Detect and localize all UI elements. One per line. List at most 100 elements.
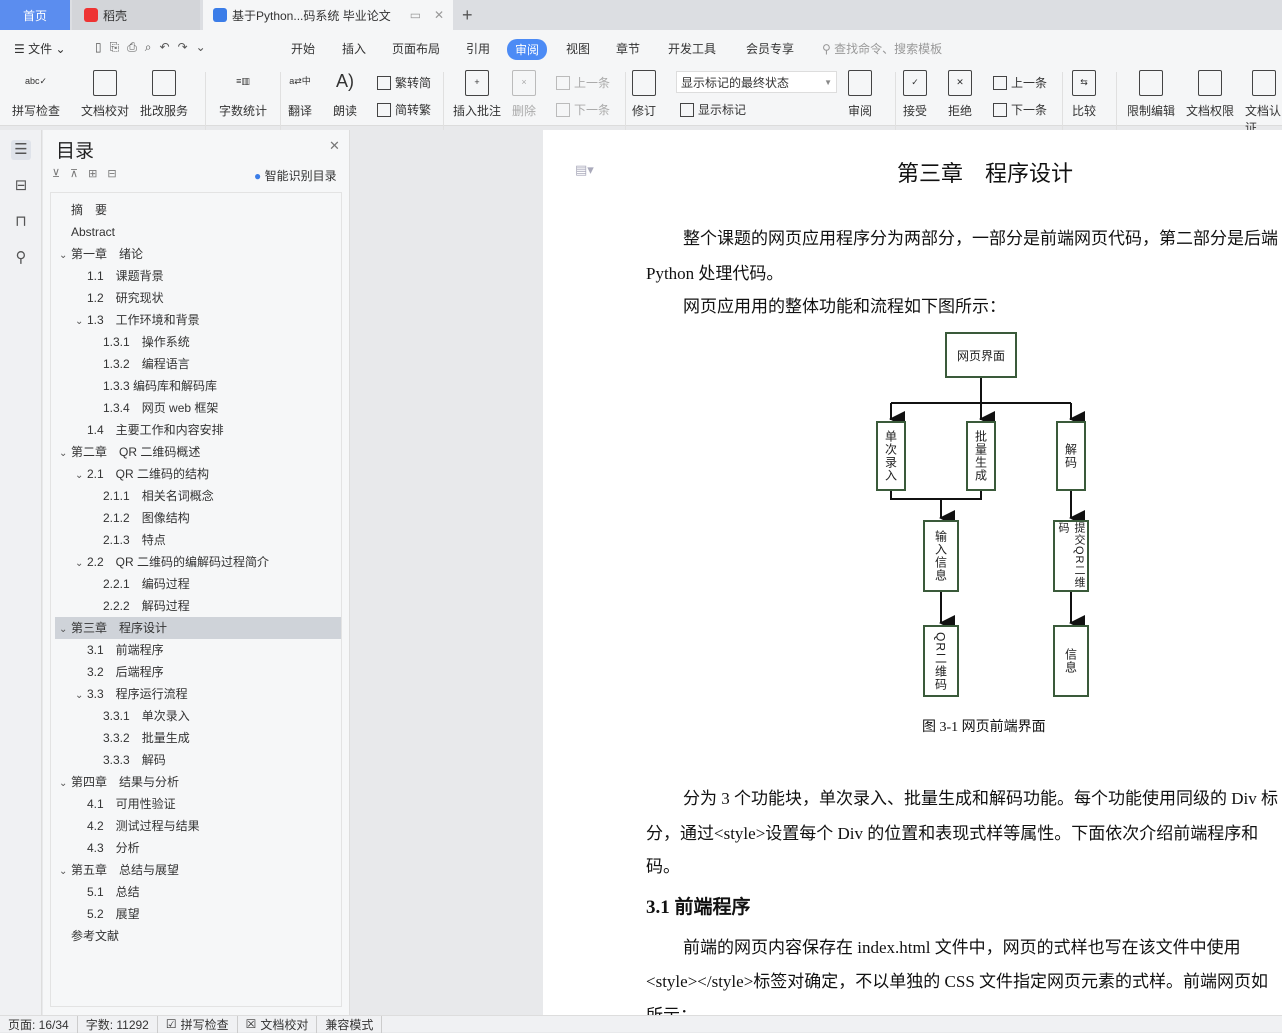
toc-item[interactable]: 1.3.3 编码库和解码库	[55, 375, 341, 397]
toc-item-label: 3.3.2 批量生成	[103, 731, 190, 745]
toc-item[interactable]: 2.1.1 相关名词概念	[55, 485, 341, 507]
chevron-down-icon[interactable]: ⌄	[59, 619, 71, 641]
markup-state-select[interactable]: 显示标记的最终状态 ▼	[676, 71, 837, 93]
word-count-button[interactable]: ≡▥ 字数统计	[219, 70, 267, 119]
next-comment-button[interactable]: 下一条	[556, 101, 610, 118]
word-count[interactable]: 字数: 11292	[78, 1015, 158, 1033]
menu-layout[interactable]: 页面布局	[392, 40, 440, 57]
revise-button[interactable]: 修订	[632, 70, 656, 119]
review-pane-button[interactable]: 审阅	[848, 70, 872, 119]
toc-item[interactable]: 2.1.3 特点	[55, 529, 341, 551]
toc-item[interactable]: 2.2.2 解码过程	[55, 595, 341, 617]
toc-item[interactable]: 3.1 前端程序	[55, 639, 341, 661]
window-icon[interactable]: ▭	[410, 8, 421, 22]
smart-toc-button[interactable]: ● 智能识别目录	[254, 167, 337, 184]
chevron-down-icon[interactable]: ⌄	[59, 773, 71, 795]
menu-view[interactable]: 视图	[566, 40, 590, 57]
toc-item[interactable]: ⌄ 第三章 程序设计	[55, 617, 341, 639]
chevron-down-icon[interactable]: ⌄	[59, 861, 71, 883]
status-bar: 页面: 16/34 字数: 11292 ☑ 拼写检查 ☒ 文档校对 兼容模式	[0, 1015, 1282, 1033]
toc-item[interactable]: 1.2 研究现状	[55, 287, 341, 309]
simp-to-trad-button[interactable]: 简转繁	[377, 101, 431, 118]
trad-to-simp-button[interactable]: 繁转简	[377, 74, 431, 91]
toc-item[interactable]: ⌄ 2.1 QR 二维码的结构	[55, 463, 341, 485]
toc-item[interactable]: 1.3.4 网页 web 框架	[55, 397, 341, 419]
menu-review[interactable]: 审阅	[507, 39, 548, 60]
toc-item[interactable]: 摘 要	[55, 199, 341, 221]
prev-change-button[interactable]: 上一条	[993, 74, 1047, 91]
toc-item-label: 1.1 课题背景	[87, 269, 164, 283]
toc-item[interactable]: Abstract	[55, 221, 341, 243]
translate-button[interactable]: a⇄中 翻译	[288, 70, 312, 119]
quick-access-icons[interactable]: ▯⎘⎙⌕↶↷⌄	[95, 40, 214, 55]
delete-comment-button[interactable]: × 删除	[512, 70, 536, 119]
navigation-icon[interactable]: ⊟	[11, 176, 31, 196]
chevron-down-icon[interactable]: ⌄	[59, 443, 71, 465]
tab-document[interactable]: 基于Python...码系统 毕业论文 ▭ ✕	[203, 0, 453, 30]
close-tab-icon[interactable]: ✕	[434, 8, 444, 22]
toc-item[interactable]: ⌄ 第二章 QR 二维码概述	[55, 441, 341, 463]
toc-item[interactable]: ⌄ 1.3 工作环境和背景	[55, 309, 341, 331]
accept-button[interactable]: ✓ 接受	[903, 70, 927, 119]
toc-icon[interactable]: ☰	[11, 140, 31, 160]
doc-permission-button[interactable]: 文档权限	[1186, 70, 1234, 119]
toc-item[interactable]: ⌄ 第四章 结果与分析	[55, 771, 341, 793]
spell-check-button[interactable]: abc✓ 拼写检查	[12, 70, 60, 119]
new-tab-button[interactable]: +	[462, 0, 473, 30]
next-change-button[interactable]: 下一条	[993, 101, 1047, 118]
toc-item[interactable]: 5.1 总结	[55, 881, 341, 903]
menu-chapter[interactable]: 章节	[616, 40, 640, 57]
search-icon[interactable]: ⚲	[11, 248, 31, 268]
reject-button[interactable]: ✕ 拒绝	[948, 70, 972, 119]
toc-item[interactable]: 1.3.1 操作系统	[55, 331, 341, 353]
tab-daoke[interactable]: 稻壳	[72, 0, 200, 30]
chevron-down-icon[interactable]: ⌄	[59, 245, 71, 267]
toc-item[interactable]: ⌄ 第一章 绪论	[55, 243, 341, 265]
toc-item[interactable]: 5.2 展望	[55, 903, 341, 925]
menu-member[interactable]: 会员专享	[746, 40, 794, 57]
toc-item[interactable]: ⌄ 3.3 程序运行流程	[55, 683, 341, 705]
show-markup-button[interactable]: 显示标记	[680, 101, 746, 118]
menu-reference[interactable]: 引用	[466, 40, 490, 57]
search-command[interactable]: ⚲ 查找命令、搜索模板	[822, 40, 942, 57]
toc-item[interactable]: 4.1 可用性验证	[55, 793, 341, 815]
tab-home[interactable]: 首页	[0, 0, 70, 30]
read-aloud-button[interactable]: A) 朗读	[333, 70, 357, 119]
file-menu[interactable]: ☰ 文件 ⌄	[14, 40, 66, 57]
chevron-down-icon[interactable]: ⌄	[75, 685, 87, 707]
toc-item[interactable]: 1.3.2 编程语言	[55, 353, 341, 375]
menu-developer[interactable]: 开发工具	[668, 40, 716, 57]
status-spell-check[interactable]: ☑ 拼写检查	[158, 1015, 238, 1033]
menu-insert[interactable]: 插入	[342, 40, 366, 57]
toc-item[interactable]: 3.3.2 批量生成	[55, 727, 341, 749]
doc-proof-button[interactable]: 文档校对	[81, 70, 129, 119]
insert-comment-button[interactable]: + 插入批注	[453, 70, 501, 119]
chevron-down-icon[interactable]: ⌄	[75, 465, 87, 487]
bookmark-icon[interactable]: ⊓	[11, 212, 31, 232]
chevron-down-icon[interactable]: ⌄	[75, 311, 87, 333]
chevron-down-icon[interactable]: ⌄	[75, 553, 87, 575]
toc-item[interactable]: 1.1 课题背景	[55, 265, 341, 287]
toc-item[interactable]: ⌄ 2.2 QR 二维码的编解码过程简介	[55, 551, 341, 573]
toc-item[interactable]: 参考文献	[55, 925, 341, 947]
doc-cert-button[interactable]: 文档认证	[1245, 70, 1282, 136]
toc-item[interactable]: 1.4 主要工作和内容安排	[55, 419, 341, 441]
toc-item[interactable]: 3.2 后端程序	[55, 661, 341, 683]
toc-item[interactable]: 4.3 分析	[55, 837, 341, 859]
prev-comment-button[interactable]: 上一条	[556, 74, 610, 91]
toc-expand-controls[interactable]: ⊻⊼⊞⊟	[52, 167, 127, 180]
close-icon[interactable]: ✕	[329, 138, 340, 154]
toc-item[interactable]: ⌄ 第五章 总结与展望	[55, 859, 341, 881]
toc-item[interactable]: 3.3.3 解码	[55, 749, 341, 771]
toc-item[interactable]: 2.2.1 编码过程	[55, 573, 341, 595]
menu-start[interactable]: 开始	[291, 40, 315, 57]
status-proof[interactable]: ☒ 文档校对	[238, 1015, 318, 1033]
page-indicator[interactable]: 页面: 16/34	[0, 1015, 78, 1033]
compare-button[interactable]: ⇆ 比较	[1072, 70, 1096, 119]
restrict-edit-button[interactable]: 限制编辑	[1127, 70, 1175, 119]
correct-service-button[interactable]: 批改服务	[140, 70, 188, 119]
toc-item[interactable]: 4.2 测试过程与结果	[55, 815, 341, 837]
toc-item[interactable]: 2.1.2 图像结构	[55, 507, 341, 529]
comment-delete-icon: ×	[512, 70, 536, 96]
toc-item[interactable]: 3.3.1 单次录入	[55, 705, 341, 727]
